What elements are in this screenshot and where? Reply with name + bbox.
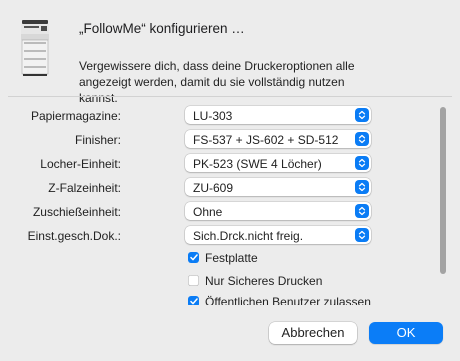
checkbox-label: Nur Sicheres Drucken: [205, 274, 323, 288]
z-falzeinheit-popup[interactable]: ZU-609: [185, 178, 371, 196]
checkbox-label: Öffentlichen Benutzer zulassen: [205, 295, 371, 305]
ok-button[interactable]: OK: [369, 322, 443, 344]
option-label: Papiermagazine:: [30, 109, 121, 123]
option-row-locher-einheit: Locher-Einheit: PK-523 (SWE 4 Löcher): [0, 154, 400, 174]
popup-value: Sich.Drck.nicht freig.: [193, 229, 304, 243]
popup-value: PK-523 (SWE 4 Löcher): [193, 157, 322, 171]
option-row-z-falzeinheit: Z-Falzeinheit: ZU-609: [0, 178, 400, 198]
oeffentlichen-benutzer-checkbox[interactable]: [188, 296, 199, 305]
popup-value: ZU-609: [193, 181, 234, 195]
popup-value: Ohne: [193, 205, 223, 219]
option-row-finisher: Finisher: FS-537 + JS-602 + SD-512: [0, 130, 400, 150]
locher-einheit-popup[interactable]: PK-523 (SWE 4 Löcher): [185, 154, 371, 172]
option-row-einst-gesch-dok: Einst.gesch.Dok.: Sich.Drck.nicht freig.: [0, 226, 400, 246]
chevron-updown-icon: [355, 132, 369, 146]
option-label: Locher-Einheit:: [40, 157, 121, 171]
zuschiesseinheit-popup[interactable]: Ohne: [185, 202, 371, 220]
divider: [8, 96, 452, 97]
option-label: Finisher:: [74, 133, 121, 147]
festplatte-checkbox[interactable]: [188, 252, 199, 263]
chevron-updown-icon: [355, 204, 369, 218]
papiermagazine-popup[interactable]: LU-303: [185, 106, 371, 124]
checkbox-label: Festplatte: [205, 251, 258, 265]
chevron-updown-icon: [355, 156, 369, 170]
option-label: Zuschießeinheit:: [32, 205, 121, 219]
popup-value: LU-303: [193, 109, 233, 123]
chevron-updown-icon: [355, 108, 369, 122]
options-scroll-area[interactable]: Papiermagazine: LU-303 Finisher: FS-537 …: [0, 98, 460, 305]
dialog-title: „FollowMe“ konfigurieren …: [79, 21, 245, 36]
nur-sicheres-drucken-checkbox[interactable]: [188, 275, 199, 286]
option-label: Z-Falzeinheit:: [48, 181, 121, 195]
chevron-updown-icon: [355, 228, 369, 242]
cancel-button[interactable]: Abbrechen: [269, 322, 357, 344]
option-label: Einst.gesch.Dok.:: [27, 229, 121, 243]
finisher-popup[interactable]: FS-537 + JS-602 + SD-512: [185, 130, 371, 148]
popup-value: FS-537 + JS-602 + SD-512: [193, 133, 339, 147]
printer-icon: [20, 20, 50, 76]
vertical-scrollbar[interactable]: [440, 107, 446, 274]
chevron-updown-icon: [355, 180, 369, 194]
einst-gesch-dok-popup[interactable]: Sich.Drck.nicht freig.: [185, 226, 371, 244]
option-row-papiermagazine: Papiermagazine: LU-303: [0, 106, 400, 126]
option-row-zuschiesseinheit: Zuschießeinheit: Ohne: [0, 202, 400, 222]
